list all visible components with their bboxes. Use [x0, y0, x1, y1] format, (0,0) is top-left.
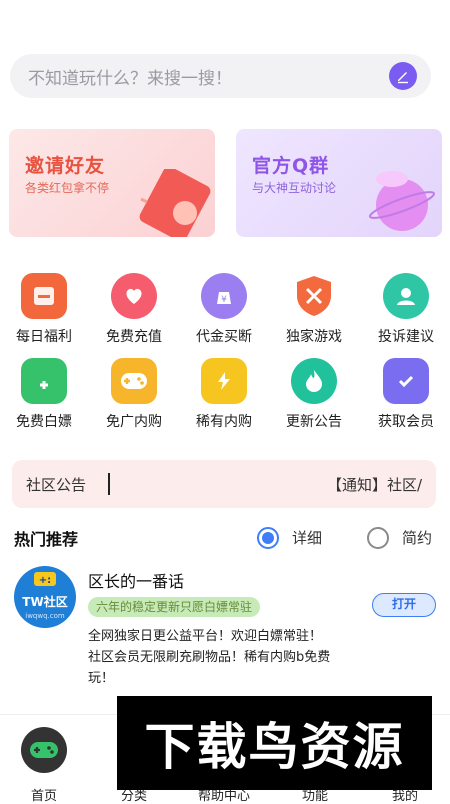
pencil-icon[interactable] — [389, 62, 417, 90]
desc-line: 社区会员无限刷充刷物品！稀有内购b免费 — [88, 650, 331, 665]
radio-detail-label[interactable]: 详细 — [292, 527, 322, 548]
grid-item-voucher-buyout[interactable]: ¥ 代金买断 — [183, 273, 265, 346]
radio-simple-label[interactable]: 简约 — [402, 527, 432, 548]
radio-detail[interactable] — [257, 527, 279, 549]
grid-label: 投诉建议 — [378, 329, 434, 345]
heart-bag-icon — [111, 273, 157, 319]
grid-item-get-vip[interactable]: 获取会员 — [365, 358, 447, 431]
grid-label: 免广内购 — [106, 414, 162, 430]
logo-sub: iwqwq.com — [25, 612, 65, 620]
svg-text:+:: +: — [39, 575, 51, 586]
user-icon — [383, 273, 429, 319]
banner-subtitle: 与大神互动讨论 — [252, 181, 337, 195]
grid-label: 免费白嫖 — [16, 414, 72, 430]
grid-label: 独家游戏 — [286, 329, 342, 345]
radio-simple[interactable] — [367, 527, 389, 549]
shield-sword-icon — [291, 273, 337, 319]
card-title: 区长的一番话 — [88, 572, 185, 591]
grid-label: 每日福利 — [16, 329, 72, 345]
grid-item-daily-welfare[interactable]: 每日福利 — [3, 273, 85, 346]
grid-label: 代金买断 — [196, 329, 252, 345]
gamepad-icon — [111, 358, 157, 404]
grid-label: 获取会员 — [378, 414, 434, 430]
coin-bag-icon: ¥ — [201, 273, 247, 319]
crown-bolt-icon — [201, 358, 247, 404]
notice-text[interactable]: 【通知】社区/ — [327, 474, 422, 495]
flame-icon — [291, 358, 337, 404]
red-envelope-icon — [139, 169, 211, 237]
watermark: 下载鸟资源 — [117, 696, 432, 790]
grid-item-rare-iap[interactable]: 稀有内购 — [183, 358, 265, 431]
card-tag: 六年的稳定更新只愿白嫖常驻 — [88, 597, 261, 617]
grid-item-exclusive-games[interactable]: 独家游戏 — [273, 273, 355, 346]
grid-item-free-freebie[interactable]: 免费白嫖 — [3, 358, 85, 431]
grid-label: 免费充值 — [106, 329, 162, 345]
phone-plus-icon — [21, 358, 67, 404]
logo-text: TW社区 — [22, 594, 67, 609]
check-card-icon — [383, 358, 429, 404]
document-icon — [21, 273, 67, 319]
app-logo[interactable]: +: TW社区 iwqwq.com — [14, 566, 76, 628]
nav-home[interactable]: 首页 — [14, 785, 74, 804]
notice-label: 社区公告 — [26, 475, 87, 494]
grid-item-update-notice[interactable]: 更新公告 — [273, 358, 355, 431]
notice-divider — [108, 473, 111, 495]
banner-title: 官方Q群 — [252, 155, 330, 177]
community-notice-bar[interactable]: 社区公告 【通知】社区/ — [12, 460, 436, 508]
official-qq-group-banner[interactable]: 官方Q群 与大神互动讨论 — [236, 129, 442, 237]
svg-text:¥: ¥ — [221, 295, 227, 305]
grid-label: 稀有内购 — [196, 414, 252, 430]
watermark-text: 下载鸟资源 — [144, 718, 405, 776]
grid-item-feedback[interactable]: 投诉建议 — [365, 273, 447, 346]
grid-item-adfree-iap[interactable]: 免广内购 — [93, 358, 175, 431]
section-title: 热门推荐 — [14, 530, 79, 549]
grid-label: 更新公告 — [286, 414, 342, 430]
open-button[interactable]: 打开 — [372, 593, 436, 617]
banner-title: 邀请好友 — [25, 155, 106, 177]
desc-line: 全网独家日更公益平台！欢迎白嫖常驻！ — [88, 629, 323, 644]
planet-icon — [368, 171, 436, 231]
desc-line: 玩！ — [88, 671, 115, 686]
grid-item-free-recharge[interactable]: 免费充值 — [93, 273, 175, 346]
card-description: 全网独家日更公益平台！欢迎白嫖常驻！ 社区会员无限刷充刷物品！稀有内购b免费 玩… — [88, 626, 368, 689]
banner-subtitle: 各类红包拿不停 — [25, 181, 110, 195]
gamepad-icon[interactable] — [21, 727, 67, 773]
search-bar[interactable]: 不知道玩什么？来搜一搜！ — [10, 54, 431, 98]
search-placeholder[interactable]: 不知道玩什么？来搜一搜！ — [28, 64, 389, 89]
invite-friends-banner[interactable]: 邀请好友 各类红包拿不停 — [9, 129, 215, 237]
